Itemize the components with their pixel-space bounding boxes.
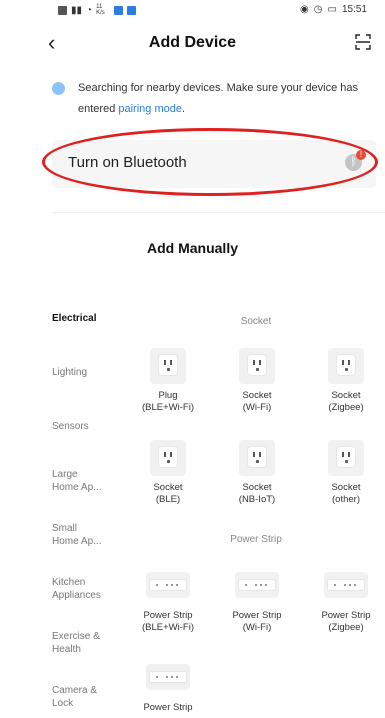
device-socket-wifi[interactable]: Socket (Wi-Fi) <box>217 348 297 414</box>
device-label: Power Strip (BLE+Wi-Fi) <box>142 610 194 633</box>
device-label: Socket (Wi-Fi) <box>242 390 272 413</box>
add-manually-title: Add Manually <box>146 240 238 256</box>
loading-spinner-icon <box>52 82 65 95</box>
socket-icon <box>328 440 364 476</box>
divider <box>52 212 385 213</box>
category-title-power-strip: Power Strip <box>230 534 282 545</box>
socket-icon <box>328 348 364 384</box>
battery-icon: ▭ <box>327 4 337 15</box>
device-socket-zigbee[interactable]: Socket (Zigbee) <box>306 348 385 414</box>
device-socket-other[interactable]: Socket (other) <box>306 440 385 506</box>
device-label: Plug (BLE+Wi-Fi) <box>142 390 194 413</box>
socket-icon <box>150 440 186 476</box>
device-label: Power Strip <box>143 702 193 713</box>
sidebar-item-sensors[interactable]: Sensors <box>52 420 89 433</box>
sidebar-item-lighting[interactable]: Lighting <box>52 366 87 379</box>
device-label: Power Strip (Zigbee) <box>321 610 371 633</box>
category-title-socket: Socket <box>240 316 272 327</box>
turn-on-bluetooth-row[interactable]: Turn on Bluetooth ᛒ ! <box>52 140 376 188</box>
sidebar-item-kitchen-appliances[interactable]: Kitchen Appliances <box>52 576 101 602</box>
wifi-icon: ◔ <box>86 4 93 16</box>
bluetooth-label: Turn on Bluetooth <box>68 154 187 171</box>
device-socket-ble[interactable]: Socket (BLE) <box>128 440 208 506</box>
power-strip-icon <box>324 572 368 598</box>
pairing-mode-link[interactable]: pairing mode <box>118 103 182 115</box>
app-notification-icon <box>114 5 124 15</box>
header: ‹ Add Device <box>0 22 385 66</box>
device-label: Socket (NB-IoT) <box>238 482 276 505</box>
status-bar-right: ◉ ◷ ▭ 15:51 <box>300 4 367 15</box>
device-label: Power Strip (Wi-Fi) <box>232 610 282 633</box>
sidebar-item-electrical[interactable]: Electrical <box>52 312 96 325</box>
search-status: Searching for nearby devices. Make sure … <box>52 78 362 120</box>
device-power-strip[interactable]: Power Strip <box>128 664 208 714</box>
device-plug-ble-wifi[interactable]: Plug (BLE+Wi-Fi) <box>128 348 208 414</box>
search-message: Searching for nearby devices. Make sure … <box>78 78 362 120</box>
app-notification-icon-2 <box>127 5 137 15</box>
device-label: Socket (Zigbee) <box>328 390 364 413</box>
device-power-strip-ble-wifi[interactable]: Power Strip (BLE+Wi-Fi) <box>128 572 208 634</box>
sidebar-item-camera-lock[interactable]: Camera & Lock <box>52 684 97 710</box>
scan-icon[interactable] <box>355 34 371 50</box>
socket-icon <box>239 440 275 476</box>
power-strip-icon <box>235 572 279 598</box>
alarm-icon: ◷ <box>313 4 323 15</box>
sidebar-item-small-home-appliances[interactable]: Small Home Ap... <box>52 522 101 548</box>
device-label: Socket (BLE) <box>153 482 183 505</box>
socket-icon <box>150 348 186 384</box>
eye-icon: ◉ <box>300 4 309 15</box>
status-bar-left: ▮▮ ◔ 11 K/s <box>58 4 137 16</box>
device-power-strip-zigbee[interactable]: Power Strip (Zigbee) <box>306 572 385 634</box>
network-speed: 11 K/s <box>96 4 105 16</box>
search-suffix: . <box>181 103 186 115</box>
socket-icon <box>239 348 275 384</box>
power-strip-icon <box>146 572 190 598</box>
warning-badge: ! <box>356 150 366 160</box>
signal-icon: ▮▮ <box>71 4 83 16</box>
device-power-strip-wifi[interactable]: Power Strip (Wi-Fi) <box>217 572 297 634</box>
page-title: Add Device <box>148 34 237 51</box>
status-bar: ▮▮ ◔ 11 K/s ◉ ◷ ▭ 15:51 <box>0 0 385 22</box>
sim-icon <box>58 5 67 15</box>
status-time: 15:51 <box>341 4 367 15</box>
device-socket-nb-iot[interactable]: Socket (NB-IoT) <box>217 440 297 506</box>
sidebar-item-exercise-health[interactable]: Exercise & Health <box>52 630 100 656</box>
sidebar-item-large-home-appliances[interactable]: Large Home Ap... <box>52 468 101 494</box>
device-label: Socket (other) <box>331 482 361 505</box>
power-strip-icon <box>146 664 190 690</box>
